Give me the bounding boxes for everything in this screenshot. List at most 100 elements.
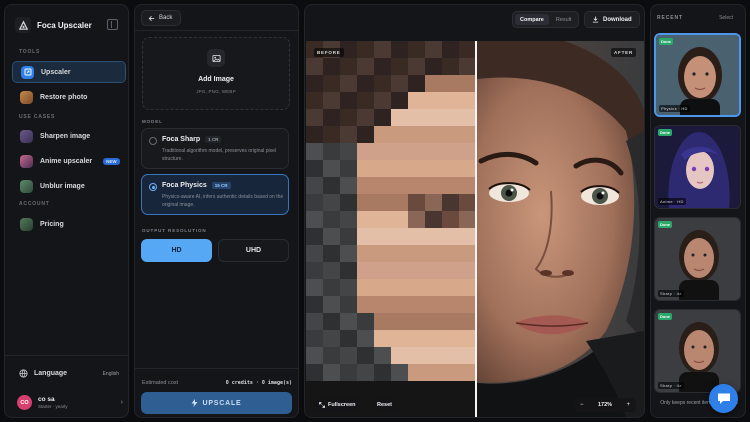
language-value: English	[102, 370, 119, 377]
model-name-text: Foca Physics	[162, 182, 207, 189]
sidebar-item-label: Unblur image	[40, 182, 85, 190]
add-image-formats: JPG, PNG, WEBP	[196, 89, 236, 94]
sidebar-item-label: Sharpen image	[40, 132, 91, 140]
brand[interactable]: Foca Upscaler	[15, 17, 92, 33]
pixelated-portrait	[306, 41, 476, 417]
language-label: Language	[34, 370, 68, 377]
anime-icon	[20, 154, 33, 168]
sidebar-item-label: Upscaler	[41, 68, 71, 76]
zoom-out-button[interactable]: −	[580, 402, 584, 408]
tab-compare[interactable]: Compare	[515, 14, 549, 25]
sidebar-divider	[5, 355, 128, 356]
zoom-control: − 172% +	[574, 398, 636, 412]
panel-divider	[135, 30, 298, 31]
back-button[interactable]: Back	[141, 10, 182, 26]
reset-button[interactable]: Reset	[372, 398, 397, 412]
language-selector[interactable]: Language English	[19, 369, 119, 378]
status-badge: Done	[659, 38, 673, 45]
sidebar: Foca Upscaler TOOLS Upscaler Restore pho…	[4, 4, 129, 418]
recent-item[interactable]: Done Sharp · 4×	[654, 217, 741, 301]
sidebar-item-anime-upscaler[interactable]: Anime upscaler NEW	[12, 150, 126, 172]
estimated-cost-label: Estimated cost	[142, 380, 179, 386]
status-badge: Done	[658, 313, 672, 320]
status-badge: Done	[658, 221, 672, 228]
status-badge: Done	[658, 129, 672, 136]
resolution-uhd-button[interactable]: UHD	[218, 239, 289, 262]
sidebar-item-unblur-image[interactable]: Unblur image	[12, 175, 126, 197]
upscale-button-label: UPSCALE	[202, 399, 242, 407]
user-plan: Starter · yearly	[38, 404, 68, 409]
user-menu[interactable]: CO co sa Starter · yearly ›	[17, 395, 123, 410]
back-button-label: Back	[159, 15, 173, 21]
model-name: Foca Physics 15 CR	[162, 182, 231, 189]
thumbnail-meta: Sharp · 4×	[658, 382, 684, 389]
zoom-level: 172%	[597, 402, 613, 408]
new-badge: NEW	[103, 157, 120, 165]
recent-item[interactable]: Done Anime · HD	[654, 125, 741, 209]
restore-photo-icon	[20, 90, 33, 104]
add-image-title: Add Image	[198, 76, 234, 83]
radio-button[interactable]	[149, 137, 157, 145]
chat-support-button[interactable]	[709, 384, 738, 413]
sidebar-item-sharpen-image[interactable]: Sharpen image	[12, 125, 126, 147]
model-description: Traditional algorithm model, preserves o…	[162, 148, 277, 162]
before-image	[306, 41, 476, 417]
foca-logo-icon	[15, 17, 31, 33]
pricing-icon	[20, 217, 33, 231]
panel-divider	[135, 368, 298, 369]
arrow-left-icon	[148, 15, 155, 21]
recent-title: RECENT	[657, 15, 683, 21]
download-button[interactable]: Download	[584, 11, 640, 28]
resolution-section-label: OUTPUT RESOLUTION	[142, 228, 207, 233]
upscale-button[interactable]: UPSCALE	[141, 392, 292, 414]
zoom-in-button[interactable]: +	[626, 402, 630, 408]
view-mode-toggle: Compare Result	[512, 11, 580, 28]
select-button[interactable]: Select	[719, 15, 733, 21]
resolution-hd-button[interactable]: HD	[141, 239, 212, 262]
thumbnail-image	[655, 218, 740, 300]
sidebar-item-label: Pricing	[40, 220, 64, 228]
after-image	[476, 41, 644, 417]
cost-tag: 1 CR	[205, 136, 222, 143]
thumbnail-meta: Sharp · 4×	[658, 290, 684, 297]
fullscreen-label: Fullscreen	[328, 402, 356, 408]
sidebar-item-restore-photo[interactable]: Restore photo	[12, 86, 126, 108]
model-section-label: MODEL	[142, 119, 163, 124]
recent-item[interactable]: Done Physics · HD	[654, 33, 741, 117]
expand-icon	[319, 402, 325, 408]
thumbnail-meta: Physics · HD	[659, 105, 690, 112]
add-image-icon	[207, 49, 225, 67]
estimated-cost-row: Estimated cost 0 credits · 0 image(s)	[142, 380, 292, 386]
globe-icon	[19, 369, 28, 378]
model-name: Foca Sharp 1 CR	[162, 136, 222, 143]
user-name: co sa	[38, 396, 55, 403]
add-image-dropzone[interactable]: Add Image JPG, PNG, WEBP	[142, 37, 290, 110]
model-description: Physics-aware AI, infers authentic detai…	[162, 194, 284, 208]
fullscreen-button[interactable]: Fullscreen	[314, 398, 361, 412]
sidebar-item-pricing[interactable]: Pricing	[12, 213, 126, 235]
before-tag: BEFORE	[314, 48, 344, 57]
use-cases-section-label: USE CASES	[19, 114, 56, 120]
compare-divider-handle[interactable]	[475, 41, 477, 417]
chevron-right-icon: ›	[120, 399, 123, 406]
sidebar-item-label: Anime upscaler	[40, 157, 93, 165]
model-name-text: Foca Sharp	[162, 136, 201, 143]
bolt-icon	[191, 399, 198, 407]
thumbnail-image	[655, 310, 740, 392]
comparison-stage[interactable]: BEFORE AFTER Fullscreen Reset − 172% +	[306, 41, 644, 417]
control-panel: Back Add Image JPG, PNG, WEBP MODEL Foca…	[134, 4, 299, 418]
tools-section-label: TOOLS	[19, 49, 41, 55]
cost-tag: 15 CR	[211, 182, 231, 189]
download-icon	[592, 16, 599, 23]
sidebar-item-upscaler[interactable]: Upscaler	[12, 61, 126, 83]
recent-item[interactable]: Done Sharp · 4×	[654, 309, 741, 393]
upscaler-icon	[21, 65, 34, 79]
model-option-foca-sharp[interactable]: Foca Sharp 1 CR Traditional algorithm mo…	[141, 128, 289, 169]
enhanced-portrait	[476, 41, 644, 417]
estimated-cost-value: 0 credits · 0 image(s)	[225, 380, 292, 386]
model-option-foca-physics[interactable]: Foca Physics 15 CR Physics-aware AI, inf…	[141, 174, 289, 215]
tab-result[interactable]: Result	[551, 14, 577, 25]
radio-button[interactable]	[149, 183, 157, 191]
thumbnail-meta: Anime · HD	[658, 198, 686, 205]
sidebar-collapse-icon[interactable]	[107, 19, 118, 30]
